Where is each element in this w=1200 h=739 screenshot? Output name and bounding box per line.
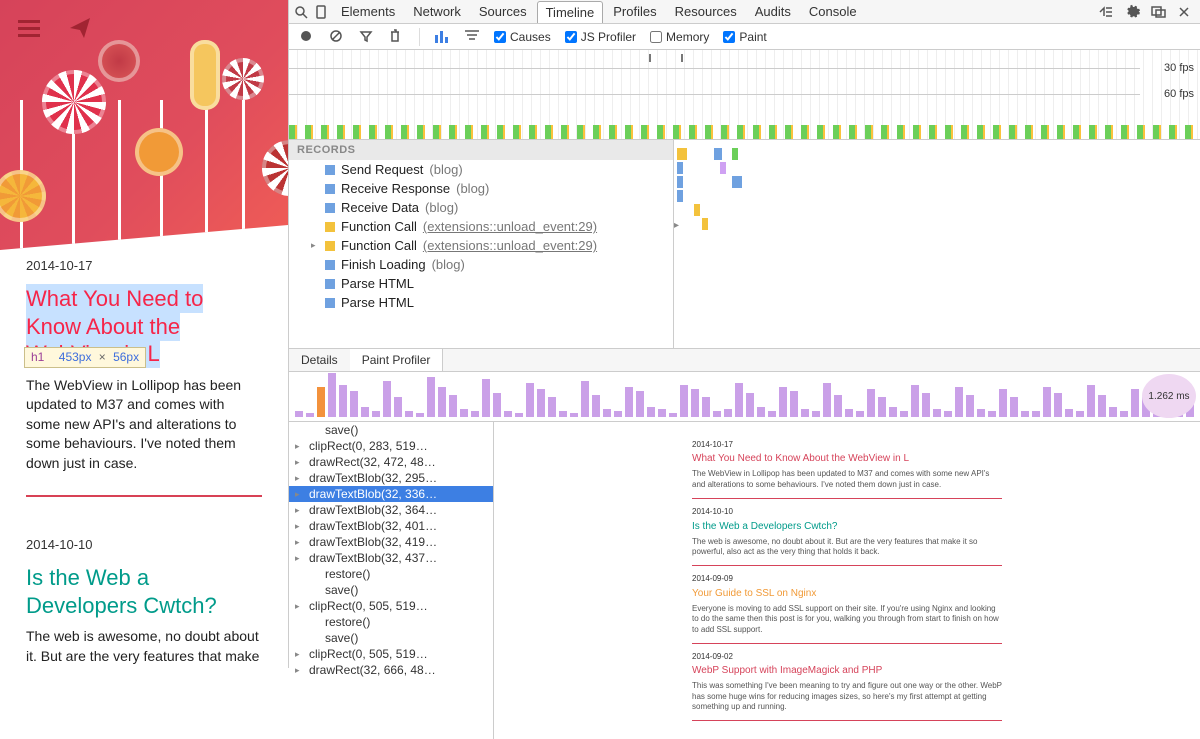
post-date: 2014-10-10	[26, 537, 262, 552]
paint-profiler-bars[interactable]: 1.262 ms	[289, 372, 1200, 422]
paint-command[interactable]: restore()	[289, 566, 493, 582]
tab-resources[interactable]: Resources	[667, 1, 745, 23]
timeline-record[interactable]: ▸Function Call (extensions::unload_event…	[289, 236, 673, 255]
hero-banner	[0, 0, 288, 250]
divider	[26, 495, 262, 497]
drawer-icon[interactable]	[1098, 4, 1114, 20]
checkbox-paint[interactable]: Paint	[723, 30, 766, 44]
timeline-record[interactable]: Send Request (blog)	[289, 160, 673, 179]
tab-details[interactable]: Details	[289, 349, 350, 371]
devtools-tabbar: ElementsNetworkSourcesTimelineProfilesRe…	[289, 0, 1200, 24]
records-pane: RECORDS Send Request (blog)Receive Respo…	[289, 140, 674, 348]
tab-timeline[interactable]: Timeline	[537, 1, 604, 23]
timeline-toolbar: Causes JS Profiler Memory Paint	[289, 24, 1200, 50]
fps-60-label: 60 fps	[1164, 88, 1194, 100]
paint-command[interactable]: drawTextBlob(32, 295…	[289, 470, 493, 486]
paint-command[interactable]: save()	[289, 630, 493, 646]
paint-command[interactable]: clipRect(0, 283, 519…	[289, 438, 493, 454]
paint-command[interactable]: clipRect(0, 505, 519…	[289, 646, 493, 662]
timeline-record[interactable]: Receive Response (blog)	[289, 179, 673, 198]
tab-network[interactable]: Network	[405, 1, 469, 23]
settings-icon[interactable]	[1124, 4, 1140, 20]
paint-command[interactable]: drawTextBlob(32, 437…	[289, 550, 493, 566]
paint-command[interactable]: drawRect(32, 666, 48…	[289, 662, 493, 678]
timeline-flame[interactable]: ▸	[674, 140, 1200, 348]
details-subtabs: Details Paint Profiler	[289, 349, 1200, 372]
post-2: 2014-10-10 Is the Web a Developers Cwtch…	[0, 529, 288, 668]
tab-elements[interactable]: Elements	[333, 1, 403, 23]
blog-page: 2014-10-17 What You Need to Know About t…	[0, 0, 288, 668]
tab-profiles[interactable]: Profiles	[605, 1, 664, 23]
details-drawer: Details Paint Profiler 1.262 ms save()cl…	[289, 348, 1200, 668]
paint-command[interactable]: restore()	[289, 614, 493, 630]
checkbox-js-profiler[interactable]: JS Profiler	[565, 30, 636, 44]
devtools-panel: ElementsNetworkSourcesTimelineProfilesRe…	[288, 0, 1200, 668]
paint-command[interactable]: save()	[289, 582, 493, 598]
filter-icon[interactable]	[359, 29, 375, 45]
paint-command[interactable]: save()	[289, 422, 493, 438]
close-icon[interactable]	[1176, 4, 1192, 20]
tab-audits[interactable]: Audits	[747, 1, 799, 23]
fps-30-label: 30 fps	[1164, 62, 1194, 74]
checkbox-memory[interactable]: Memory	[650, 30, 709, 44]
paint-command[interactable]: drawTextBlob(32, 336…	[289, 486, 493, 502]
paint-command[interactable]: drawTextBlob(32, 401…	[289, 518, 493, 534]
timeline-record[interactable]: Function Call (extensions::unload_event:…	[289, 217, 673, 236]
inspect-icon[interactable]	[293, 4, 309, 20]
paper-plane-icon[interactable]	[70, 18, 90, 43]
tab-sources[interactable]: Sources	[471, 1, 535, 23]
paint-preview: 2014-10-17What You Need to Know About th…	[494, 422, 1200, 739]
device-mode-icon[interactable]	[313, 4, 329, 20]
paint-time-badge: 1.262 ms	[1142, 374, 1196, 418]
view-bars-icon[interactable]	[434, 29, 450, 45]
post-title[interactable]: Is the Web a Developers Cwtch?	[26, 564, 262, 619]
view-flame-icon[interactable]	[464, 29, 480, 45]
paint-command-list[interactable]: save()clipRect(0, 283, 519…drawRect(32, …	[289, 422, 494, 739]
timeline-record[interactable]: Parse HTML	[289, 293, 673, 312]
paint-command[interactable]: drawTextBlob(32, 419…	[289, 534, 493, 550]
record-icon[interactable]	[299, 29, 315, 45]
timeline-record[interactable]: Receive Data (blog)	[289, 198, 673, 217]
paint-command[interactable]: drawTextBlob(32, 364…	[289, 502, 493, 518]
devtools-tabs: ElementsNetworkSourcesTimelineProfilesRe…	[333, 1, 865, 23]
timeline-overview[interactable]: 30 fps 60 fps	[289, 50, 1200, 140]
paint-command[interactable]: drawRect(32, 472, 48…	[289, 454, 493, 470]
post-body: The WebView in Lollipop has been updated…	[26, 376, 262, 474]
hamburger-icon[interactable]	[18, 20, 40, 43]
timeline-record[interactable]: Finish Loading (blog)	[289, 255, 673, 274]
clear-icon[interactable]	[329, 29, 345, 45]
tab-paint-profiler[interactable]: Paint Profiler	[350, 349, 444, 371]
timeline-record[interactable]: Parse HTML	[289, 274, 673, 293]
element-inspect-tooltip: h1 453px × 56px	[24, 347, 146, 368]
post-body: The web is awesome, no doubt about it. B…	[26, 627, 262, 668]
paint-command[interactable]: clipRect(0, 505, 519…	[289, 598, 493, 614]
tab-console[interactable]: Console	[801, 1, 865, 23]
garbage-icon[interactable]	[389, 29, 405, 45]
post-1: 2014-10-17 What You Need to Know About t…	[0, 250, 288, 529]
records-header: RECORDS	[289, 140, 673, 160]
post-date: 2014-10-17	[26, 258, 262, 273]
dock-icon[interactable]	[1150, 4, 1166, 20]
checkbox-causes[interactable]: Causes	[494, 30, 551, 44]
